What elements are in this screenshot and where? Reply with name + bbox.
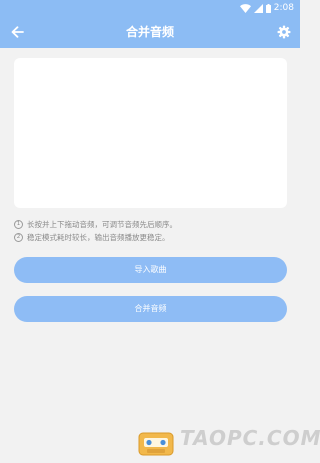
- tip-number: 1: [14, 220, 23, 229]
- merge-audio-button[interactable]: 合并音频: [14, 296, 287, 322]
- signal-icon: [253, 3, 263, 13]
- gear-icon: [277, 25, 291, 39]
- cassette-logo-icon: [138, 432, 174, 456]
- app-bar: 合并音频: [0, 16, 300, 48]
- status-time: 2:08: [273, 3, 294, 13]
- import-songs-button[interactable]: 导入歌曲: [14, 257, 287, 283]
- tips: 1 长按并上下拖动音频，可调节音频先后顺序。 2 稳定模式耗时较长，输出音频播放…: [14, 218, 290, 244]
- tip-number: 2: [14, 233, 23, 242]
- status-bar: 2:08: [0, 0, 300, 16]
- settings-button[interactable]: [274, 22, 294, 42]
- tip-item: 1 长按并上下拖动音频，可调节音频先后顺序。: [14, 218, 290, 231]
- page-title: 合并音频: [125, 25, 174, 39]
- battery-icon: [265, 3, 271, 13]
- tip-text: 长按并上下拖动音频，可调节音频先后顺序。: [27, 220, 177, 229]
- wifi-icon: [239, 3, 251, 13]
- tip-text: 稳定模式耗时较长，输出音频播放更稳定。: [27, 233, 170, 242]
- watermark: TAOPC.COM: [138, 424, 320, 460]
- status-icons: 2:08: [239, 2, 294, 14]
- watermark-text: TAOPC.COM: [180, 426, 320, 450]
- audio-list[interactable]: [14, 58, 287, 208]
- tip-item: 2 稳定模式耗时较长，输出音频播放更稳定。: [14, 231, 290, 244]
